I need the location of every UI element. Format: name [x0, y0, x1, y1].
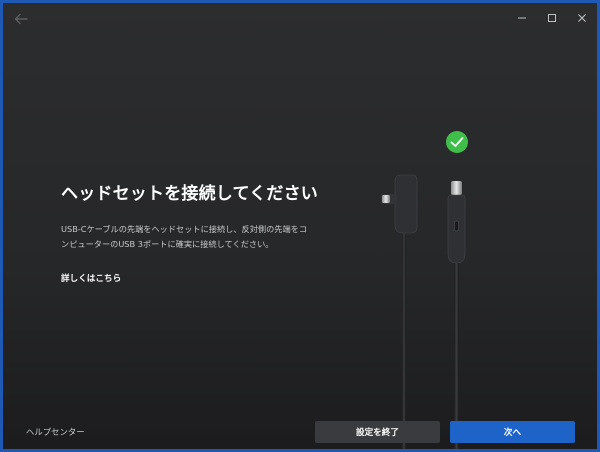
usb-c-cable-image	[381, 131, 468, 449]
app-window: ヘッドセットを接続してください USB-Cケーブルの先端をヘッドセットに接続し、…	[3, 3, 597, 449]
back-button[interactable]	[11, 10, 31, 28]
main-content: ヘッドセットを接続してください USB-Cケーブルの先端をヘッドセットに接続し、…	[61, 179, 318, 285]
maximize-button[interactable]	[537, 3, 567, 33]
close-icon	[578, 14, 586, 22]
end-setup-button[interactable]: 設定を終了	[315, 421, 440, 443]
arrow-left-icon	[14, 13, 28, 25]
learn-more-link[interactable]: 詳しくはこちら	[61, 272, 121, 284]
close-button[interactable]	[567, 3, 597, 33]
cable-illustration	[373, 123, 503, 449]
next-button[interactable]: 次へ	[450, 421, 575, 443]
maximize-icon	[548, 14, 556, 22]
page-title: ヘッドセットを接続してください	[61, 184, 318, 204]
minimize-icon	[518, 17, 526, 19]
instructions-text: USB-Cケーブルの先端をヘッドセットに接続し、反対側の先端をコンピューターのU…	[61, 224, 308, 249]
help-center-link[interactable]: ヘルプセンター	[26, 426, 85, 438]
title-bar	[3, 3, 597, 33]
window-controls	[507, 3, 597, 33]
minimize-button[interactable]	[507, 3, 537, 33]
